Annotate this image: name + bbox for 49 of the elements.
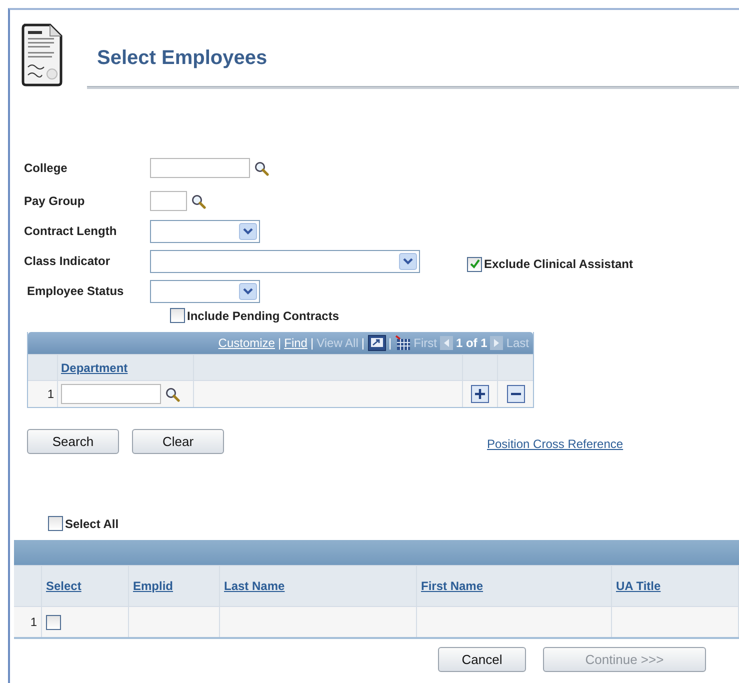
chevron-down-icon [239,222,257,240]
chevron-down-icon [239,282,257,300]
checkbox-label: Include Pending Contracts [187,308,340,322]
row-number: 1 [30,615,37,629]
separator: | [310,336,314,350]
column-header[interactable]: Emplid [133,579,174,593]
field-label: College [24,161,68,175]
field-label: Contract Length [24,224,118,238]
add-row-icon[interactable] [471,385,489,403]
separator: | [278,336,282,350]
action-button[interactable]: Search [27,429,119,454]
search-icon[interactable] [254,160,269,176]
dropdown[interactable] [150,280,260,302]
field-label: Class Indicator [24,254,112,268]
action-button[interactable]: Clear [132,429,224,454]
input-field[interactable] [150,191,187,211]
separator: | [388,336,392,350]
document-icon [20,22,64,88]
checkbox[interactable] [170,308,185,323]
delete-row-icon[interactable] [506,385,524,403]
row-number: 1 [47,387,54,401]
new-window-icon[interactable] [368,335,386,351]
column-header[interactable]: Last Name [224,579,285,593]
field-label: Pay Group [24,194,86,208]
cross-reference-link[interactable]: Position Cross Reference [487,436,624,450]
dropdown[interactable] [150,220,260,242]
separator: | [361,336,365,350]
search-icon[interactable] [165,386,180,402]
dropdown[interactable] [150,250,420,272]
field-label: Employee Status [26,284,125,298]
footer-button[interactable]: Cancel [438,647,526,672]
page-count: 1 of 1 [456,336,488,350]
column-header[interactable]: UA Title [616,579,661,593]
column-header[interactable]: First Name [421,579,484,593]
input-field[interactable] [61,384,161,404]
checkbox[interactable] [48,516,63,531]
chevron-down-icon [399,252,417,270]
checkbox-label: Exclude Clinical Assistant [484,257,633,271]
last-label: Last [506,336,529,350]
grid-icon[interactable] [394,335,411,351]
first-label: First [414,336,437,350]
checkbox[interactable] [467,256,482,272]
page-title: Select Employees [97,47,268,70]
checkbox[interactable] [46,614,61,630]
column-header[interactable]: Department [61,360,128,374]
column-header[interactable]: Select [46,579,82,593]
search-icon[interactable] [191,194,206,208]
input-field[interactable] [150,158,250,178]
checkbox-label: Select All [65,516,119,530]
